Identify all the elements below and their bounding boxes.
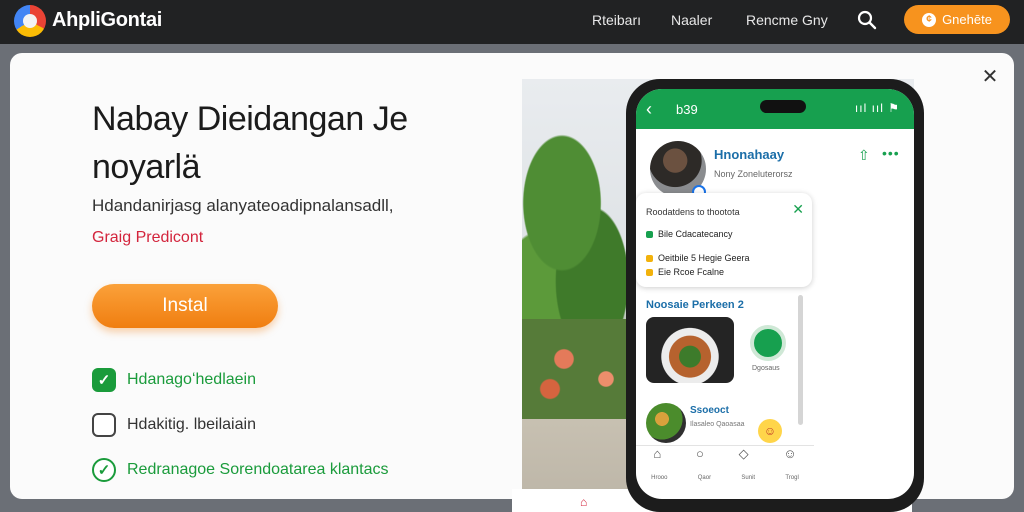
home-icon[interactable]: ⌂	[580, 495, 587, 509]
search-icon[interactable]	[856, 9, 878, 31]
top-cta-label: Gnehēte	[942, 12, 992, 27]
food-thumbnail[interactable]	[646, 317, 734, 383]
phone-tab-labels: Hrooo Qaor Sunit Trogl	[636, 475, 814, 481]
section-title: Noosaie Perkeen 2	[646, 299, 744, 311]
tab-label[interactable]: Trogl	[785, 475, 798, 481]
nav-link-3[interactable]: Rencme Gny	[746, 12, 828, 28]
badge-label: Dgosaus	[752, 365, 780, 372]
phone-notch	[760, 100, 806, 113]
bullet-icon	[646, 254, 653, 262]
check-circle-icon[interactable]: ✓	[92, 458, 116, 482]
tab-label[interactable]: Sunit	[741, 475, 755, 481]
option-row-3[interactable]: ✓ Redranagoe Sorendoatarea klantacs	[92, 458, 389, 482]
option-label-1: Hdanagoʻhedlaein	[127, 371, 256, 388]
brand-name[interactable]: AhpliGontai	[52, 9, 162, 32]
dialog-subtext: Hdandanirjasg alanyateoadipnalansadll,	[92, 196, 394, 215]
search-icon[interactable]: ○	[696, 446, 704, 475]
top-navigation-bar: AhpliGontai Rteibarı Naaler Rencme Gny ¢…	[0, 0, 1024, 44]
info-row-label: Bile Cdacatecancy	[658, 229, 733, 239]
profile-name[interactable]: Hnonahaay	[714, 147, 784, 162]
item-subtitle: Ilasaleo Qaoasaa	[690, 421, 745, 428]
info-row-2[interactable]: Oeitbile 5 Hegie Geera	[646, 253, 750, 263]
status-icons: ııl ııl ⚑	[854, 101, 900, 115]
option-row-1[interactable]: ✓ Hdanagoʻhedlaein	[92, 368, 256, 392]
status-time: b39	[676, 102, 698, 117]
info-card-title: Roodatdens to thootota	[646, 207, 740, 217]
app-logo-icon[interactable]	[14, 5, 46, 37]
nav-link-2[interactable]: Naaler	[671, 12, 712, 28]
profile-subtitle: Nony Zoneluterorsz	[714, 169, 793, 179]
tab-label[interactable]: Qaor	[698, 475, 711, 481]
checkbox-checked-icon[interactable]: ✓	[92, 368, 116, 392]
install-button[interactable]: Instal	[92, 284, 278, 328]
close-icon[interactable]: ✕	[978, 65, 1002, 89]
info-row-label: Eie Rcoe Fcalne	[658, 267, 725, 277]
phone-screen: ‹ b39 ııl ııl ⚑ Hnonahaay Nony Zoneluter…	[636, 89, 914, 499]
profile-icon[interactable]: ☺	[783, 446, 796, 475]
dialog-headline: Nabay Dieidangan Je noyarlä	[92, 100, 408, 186]
option-row-2[interactable]: Hdakitig. lbeilaiain	[92, 413, 256, 437]
phone-mockup: ‹ b39 ııl ııl ⚑ Hnonahaay Nony Zoneluter…	[626, 79, 924, 512]
coin-icon: ¢	[922, 12, 937, 27]
share-icon[interactable]: ⇧	[858, 147, 870, 164]
check-icon	[646, 230, 653, 238]
tab-label[interactable]: Hrooo	[651, 475, 667, 481]
emoji-face-icon: ☺	[758, 419, 782, 443]
bullet-icon	[646, 268, 653, 276]
checkbox-unchecked-icon[interactable]	[92, 413, 116, 437]
back-arrow-icon[interactable]: ‹	[646, 99, 652, 120]
info-card: Roodatdens to thootota ✕ Bile Cdacatecan…	[636, 193, 812, 287]
badge-icon	[750, 325, 786, 361]
price-label: Graig Predicont	[92, 229, 204, 246]
item-title[interactable]: Ssoeoct	[690, 405, 729, 416]
veg-thumbnail[interactable]	[646, 403, 686, 443]
info-row-3[interactable]: Eie Rcoe Fcalne	[646, 267, 724, 277]
chat-icon[interactable]: ◇	[739, 446, 749, 475]
nav-link-1[interactable]: Rteibarı	[592, 12, 641, 28]
info-row-label: Oeitbile 5 Hegie Geera	[658, 253, 750, 263]
info-row-1[interactable]: Bile Cdacatecancy	[646, 229, 733, 239]
close-icon[interactable]: ✕	[792, 201, 804, 218]
phone-tabbar: ⌂ ○ ◇ ☺	[636, 445, 814, 475]
scrollbar[interactable]	[798, 295, 803, 425]
option-label-3: Redranagoe Sorendoatarea klantacs	[127, 461, 389, 478]
home-icon[interactable]: ⌂	[653, 446, 661, 475]
option-label-2: Hdakitig. lbeilaiain	[127, 416, 256, 433]
more-icon[interactable]: •••	[882, 145, 900, 161]
top-cta-button[interactable]: ¢ Gnehēte	[904, 5, 1010, 34]
